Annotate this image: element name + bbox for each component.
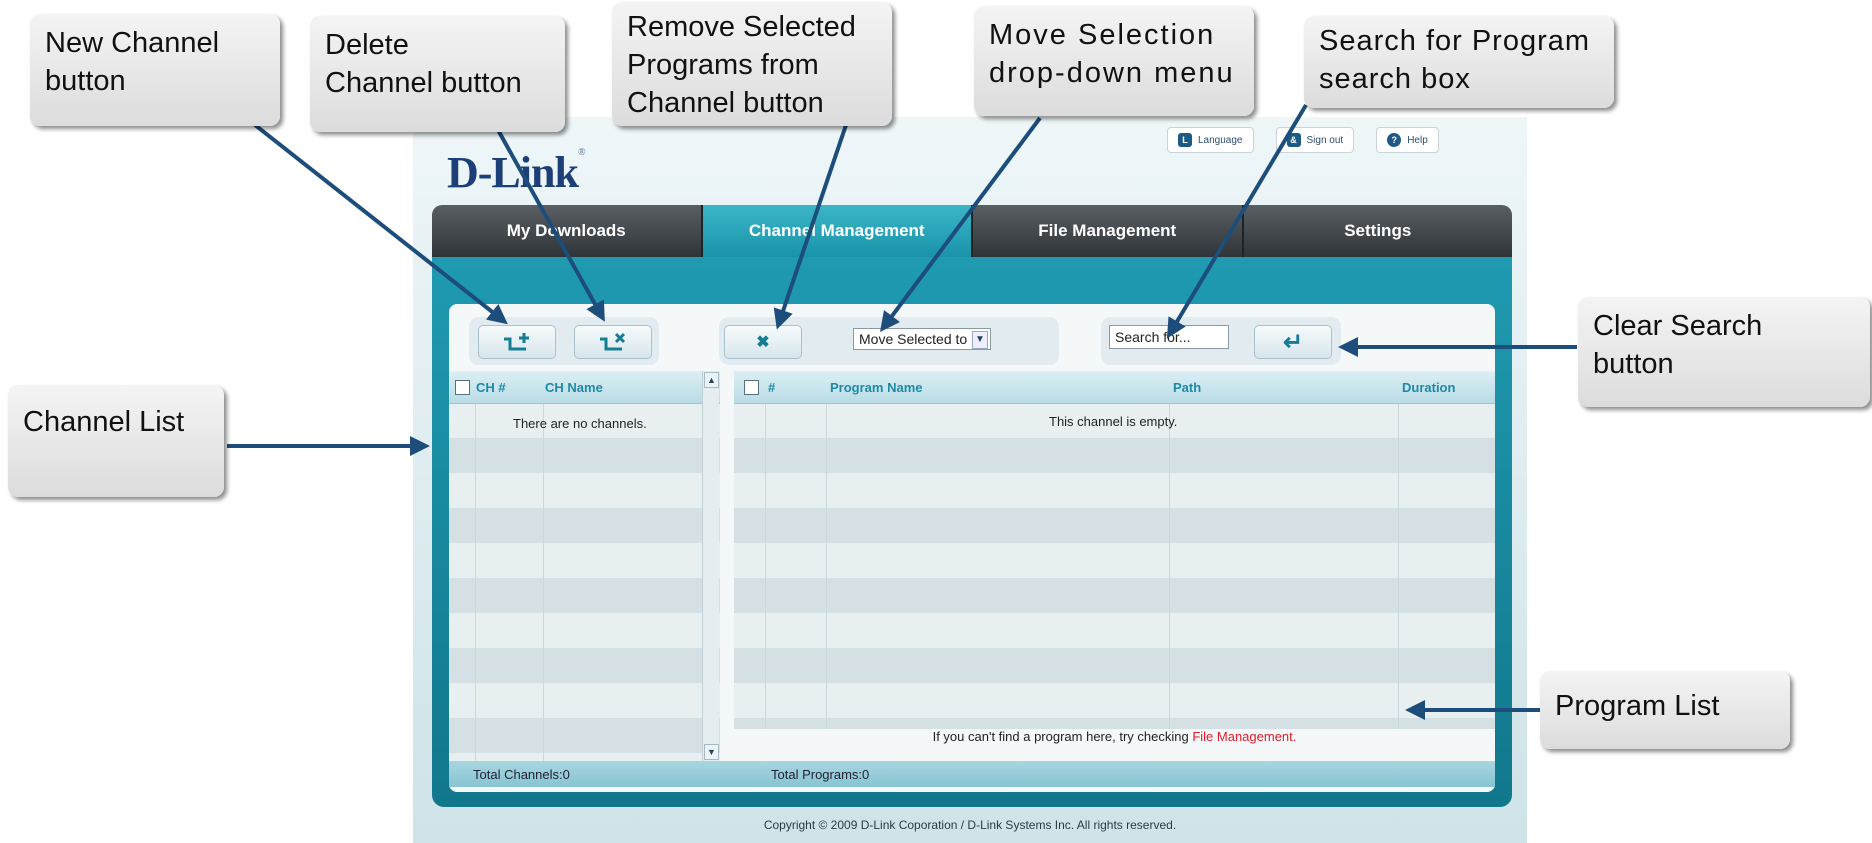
- column-duration: Duration: [1402, 380, 1456, 395]
- help-icon: ?: [1387, 133, 1402, 147]
- move-selected-dropdown[interactable]: Move Selected to ▼: [853, 328, 991, 350]
- content-area: ✖ Move Selected to ▼ Search for... ↵ CH …: [449, 304, 1495, 792]
- scroll-up-icon[interactable]: ▲: [704, 372, 719, 388]
- tab-settings[interactable]: Settings: [1244, 205, 1513, 257]
- app-window: D-Link® L Language & Sign out ? Help My …: [413, 117, 1527, 843]
- tab-file-management[interactable]: File Management: [973, 205, 1244, 257]
- program-list-empty-message: This channel is empty.: [1049, 414, 1178, 429]
- sign-out-link[interactable]: & Sign out: [1275, 127, 1355, 153]
- column-ch-name: CH Name: [545, 380, 603, 395]
- file-management-hint: If you can't find a program here, try ch…: [932, 729, 1297, 744]
- callout-move-selection: Move Selection drop-down menu: [974, 6, 1254, 116]
- total-programs: Total Programs:0: [771, 767, 870, 782]
- callout-remove-selected: Remove Selected Programs from Channel bu…: [612, 2, 892, 126]
- scroll-down-icon[interactable]: ▼: [704, 744, 719, 760]
- tab-channel-management[interactable]: Channel Management: [702, 205, 973, 257]
- clear-search-button[interactable]: ↵: [1254, 325, 1332, 359]
- channel-list: CH # CH Name There are no channels.: [449, 371, 720, 761]
- search-tools: Search for... ↵: [1101, 317, 1341, 365]
- dlink-logo: D-Link®: [447, 147, 586, 197]
- language-link[interactable]: L Language: [1167, 127, 1254, 153]
- callout-delete-channel: Delete Channel button: [310, 16, 565, 132]
- callout-new-channel: New Channel button: [30, 14, 280, 126]
- remove-selected-button[interactable]: ✖: [724, 325, 802, 359]
- delete-channel-icon: [600, 332, 626, 351]
- column-number: #: [768, 380, 776, 395]
- channel-management-panel: ✖ Move Selected to ▼ Search for... ↵ CH …: [432, 257, 1512, 807]
- language-icon: L: [1178, 133, 1192, 147]
- select-all-programs-checkbox[interactable]: [744, 380, 759, 395]
- channel-list-header: CH # CH Name: [449, 371, 720, 404]
- callout-search: Search for Program search box: [1304, 16, 1614, 108]
- column-path: Path: [1173, 380, 1202, 395]
- new-channel-button[interactable]: [478, 325, 556, 359]
- column-ch-number: CH #: [476, 380, 506, 395]
- search-input[interactable]: Search for...: [1109, 325, 1229, 349]
- totals-bar: Total Channels:0 Total Programs:0: [449, 761, 1495, 787]
- channel-list-empty-message: There are no channels.: [513, 416, 647, 431]
- top-links: L Language & Sign out ? Help: [1167, 127, 1439, 153]
- file-management-link[interactable]: File Management.: [1192, 729, 1296, 744]
- chevron-down-icon: ▼: [972, 331, 988, 349]
- callout-clear-search: Clear Search button: [1578, 297, 1870, 407]
- tab-my-downloads[interactable]: My Downloads: [432, 205, 703, 257]
- help-link[interactable]: ? Help: [1376, 127, 1439, 153]
- program-tools: ✖ Move Selected to ▼: [719, 317, 1059, 365]
- column-program-name: Program Name: [830, 380, 923, 395]
- select-all-channels-checkbox[interactable]: [455, 380, 470, 395]
- return-arrow-icon: ↵: [1282, 328, 1304, 356]
- callout-program-list: Program List: [1540, 671, 1790, 749]
- channel-list-scrollbar[interactable]: ▲ ▼: [702, 371, 719, 761]
- total-channels: Total Channels:0: [473, 767, 570, 782]
- remove-icon: ✖: [756, 334, 770, 351]
- channel-tools: [469, 317, 659, 365]
- main-tabs: My Downloads Channel Management File Man…: [432, 205, 1512, 257]
- user-icon: &: [1286, 133, 1301, 147]
- program-list-header: # Program Name Path Duration: [734, 371, 1495, 404]
- program-list: # Program Name Path Duration This channe…: [734, 371, 1495, 729]
- delete-channel-button[interactable]: [574, 325, 652, 359]
- callout-channel-list: Channel List: [8, 385, 224, 497]
- new-channel-icon: [504, 333, 529, 351]
- copyright: Copyright © 2009 D-Link Coporation / D-L…: [763, 818, 1177, 832]
